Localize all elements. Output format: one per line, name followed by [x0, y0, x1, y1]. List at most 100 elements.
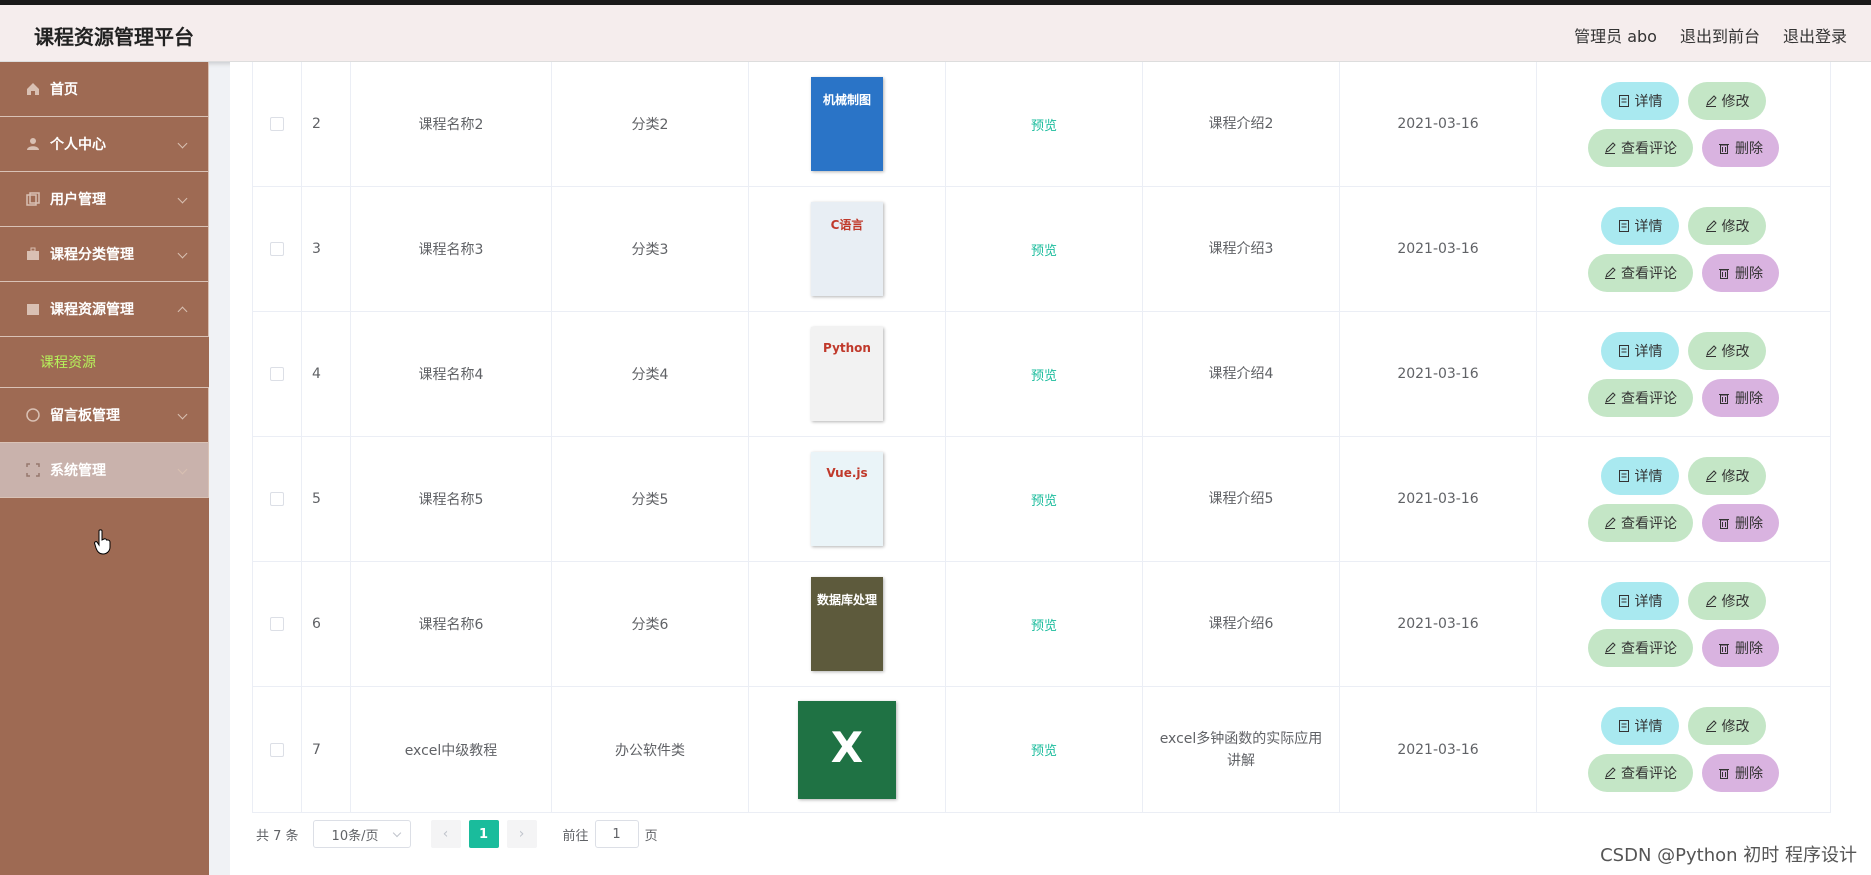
delete-button[interactable]: 删除 — [1702, 628, 1779, 667]
row-checkbox[interactable] — [270, 367, 284, 381]
course-date: 2021-03-16 — [1340, 312, 1537, 436]
course-name: 课程名称5 — [351, 437, 552, 561]
edit-button[interactable]: 修改 — [1688, 456, 1766, 495]
pencil-icon — [1605, 516, 1616, 529]
row-checkbox-cell — [253, 312, 302, 436]
edit-button[interactable]: 修改 — [1688, 581, 1766, 620]
chevron-down-icon — [177, 248, 188, 259]
course-name: excel中级教程 — [351, 687, 552, 812]
edit-label: 修改 — [1721, 218, 1750, 235]
row-checkbox-cell — [253, 687, 302, 812]
delete-button[interactable]: 删除 — [1702, 754, 1779, 792]
view-comments-button[interactable]: 查看评论 — [1588, 628, 1693, 667]
detail-button[interactable]: 详情 — [1601, 456, 1679, 495]
row-checkbox-cell — [253, 562, 302, 686]
page-size-value: 10条/页 — [331, 828, 379, 844]
row-checkbox[interactable] — [270, 117, 284, 131]
sidebar-subitem-course-resource[interactable]: 课程资源 — [0, 337, 209, 388]
logout-link[interactable]: 退出登录 — [1783, 23, 1847, 47]
sidebar-item-system-management[interactable]: 系统管理 — [0, 443, 209, 498]
user-icon — [27, 138, 39, 150]
pencil-icon — [1605, 266, 1616, 279]
prev-page-button[interactable]: ‹ — [430, 820, 461, 848]
course-cover-cell: Python — [749, 312, 946, 436]
edit-label: 修改 — [1721, 93, 1750, 110]
course-intro: 课程介绍2 — [1143, 62, 1340, 186]
view-comments-button[interactable]: 查看评论 — [1588, 253, 1693, 292]
row-checkbox[interactable] — [270, 617, 284, 631]
exit-to-front-link[interactable]: 退出到前台 — [1680, 23, 1760, 47]
detail-button[interactable]: 详情 — [1601, 707, 1679, 745]
course-name: 课程名称4 — [351, 312, 552, 436]
preview-link[interactable]: 预览 — [946, 687, 1143, 812]
trash-icon — [1719, 518, 1729, 529]
detail-label: 详情 — [1634, 719, 1663, 735]
table-row: 2 课程名称2 分类2 机械制图 预览 课程介绍2 2021-03-16 详情 — [253, 62, 1831, 187]
row-checkbox[interactable] — [270, 742, 284, 757]
preview-link[interactable]: 预览 — [946, 562, 1143, 686]
chevron-down-icon — [392, 828, 401, 838]
sidebar: 首页 个人中心 用户管理 课程分类管理 课程资源管理 课程资源 留言板管理 系统… — [0, 62, 209, 875]
row-checkbox[interactable] — [270, 492, 284, 506]
pencil-icon — [1705, 344, 1717, 357]
view-comments-button[interactable]: 查看评论 — [1588, 128, 1693, 167]
sidebar-item-personal-center[interactable]: 个人中心 — [0, 117, 209, 172]
view-comments-button[interactable]: 查看评论 — [1588, 503, 1693, 542]
delete-button[interactable]: 删除 — [1702, 128, 1779, 167]
cover-title: X — [830, 722, 864, 772]
sidebar-item-course-category[interactable]: 课程分类管理 — [0, 227, 209, 282]
pencil-icon — [1705, 94, 1717, 107]
sidebar-item-label: 首页 — [50, 82, 78, 98]
row-index: 2 — [302, 62, 351, 186]
detail-label: 详情 — [1634, 93, 1663, 110]
preview-link[interactable]: 预览 — [946, 437, 1143, 561]
course-category: 分类3 — [552, 187, 749, 311]
page-size-select[interactable]: 10条/页 — [312, 820, 411, 848]
delete-button[interactable]: 删除 — [1702, 378, 1779, 417]
view-comments-button[interactable]: 查看评论 — [1588, 754, 1693, 792]
cover-title: Python — [823, 341, 871, 355]
course-name: 课程名称2 — [351, 62, 552, 186]
edit-button[interactable]: 修改 — [1688, 331, 1766, 370]
detail-button[interactable]: 详情 — [1601, 81, 1679, 120]
course-cover-image: 数据库处理 — [811, 577, 883, 671]
sidebar-item-message-board[interactable]: 留言板管理 — [0, 388, 209, 443]
pencil-icon — [1705, 720, 1717, 732]
comment-label: 查看评论 — [1621, 140, 1677, 157]
preview-link[interactable]: 预览 — [946, 312, 1143, 436]
course-cover-image: X — [798, 700, 896, 799]
sidebar-item-course-resource[interactable]: 课程资源管理 — [0, 282, 209, 337]
trash-icon — [1719, 393, 1729, 404]
document-icon — [1618, 219, 1629, 232]
preview-link[interactable]: 预览 — [946, 62, 1143, 186]
next-page-button[interactable]: › — [506, 820, 537, 848]
detail-button[interactable]: 详情 — [1601, 331, 1679, 370]
detail-button[interactable]: 详情 — [1601, 206, 1679, 245]
pencil-icon — [1605, 141, 1616, 154]
row-checkbox[interactable] — [270, 242, 284, 256]
document-icon — [1618, 594, 1629, 607]
goto-page-input[interactable] — [594, 820, 639, 848]
edit-button[interactable]: 修改 — [1688, 81, 1766, 120]
edit-button[interactable]: 修改 — [1688, 206, 1766, 245]
sidebar-item-user-management[interactable]: 用户管理 — [0, 172, 209, 227]
sidebar-item-label: 个人中心 — [50, 137, 106, 153]
page-number-1[interactable]: 1 — [468, 820, 499, 848]
sidebar-item-home[interactable]: 首页 — [0, 62, 209, 117]
course-cover-image: Vue.js — [811, 452, 883, 546]
watermark-text: CSDN @Python 初时 程序设计 — [1600, 845, 1857, 866]
header-actions: 管理员 abo 退出到前台 退出登录 — [1574, 23, 1847, 47]
edit-button[interactable]: 修改 — [1688, 707, 1766, 745]
row-actions: 详情 修改 查看评论 删除 — [1537, 562, 1831, 686]
preview-link[interactable]: 预览 — [946, 187, 1143, 311]
row-checkbox-cell — [253, 187, 302, 311]
delete-label: 删除 — [1735, 766, 1763, 782]
detail-button[interactable]: 详情 — [1601, 581, 1679, 620]
view-comments-button[interactable]: 查看评论 — [1588, 378, 1693, 417]
course-category: 分类6 — [552, 562, 749, 686]
document-icon — [1618, 469, 1629, 482]
delete-button[interactable]: 删除 — [1702, 253, 1779, 292]
delete-button[interactable]: 删除 — [1702, 503, 1779, 542]
course-cover-image: 机械制图 — [811, 77, 883, 171]
pagination: 共 7 条 10条/页 ‹ 1 › 前往 页 — [252, 820, 658, 848]
